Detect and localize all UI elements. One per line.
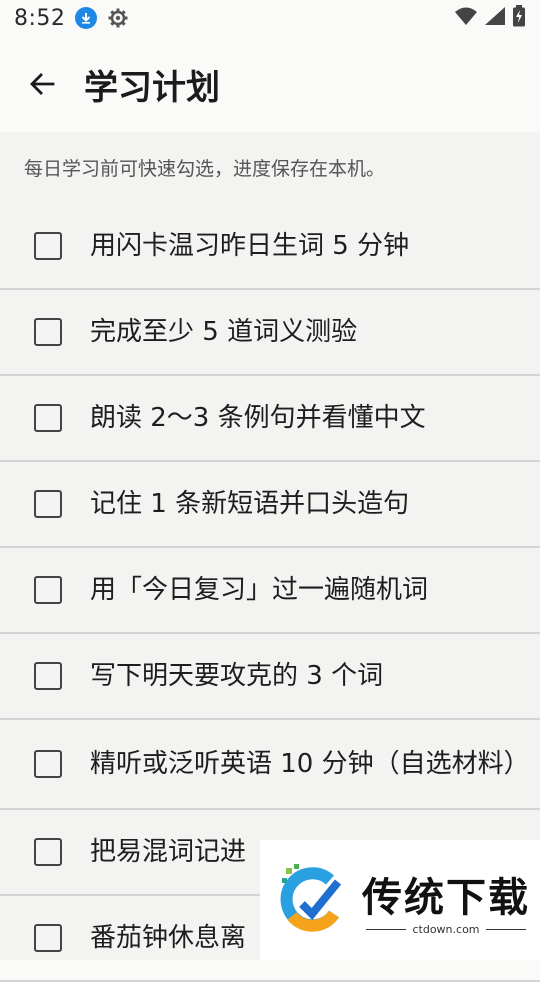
- download-icon: [75, 7, 98, 29]
- battery-charging-icon: [512, 5, 526, 31]
- signal-icon: [484, 6, 506, 30]
- task-checkbox[interactable]: [34, 490, 62, 518]
- task-label: 朗读 2～3 条例句并看懂中文: [90, 403, 426, 433]
- status-time: 8:52: [14, 5, 66, 31]
- task-item[interactable]: 记住 1 条新短语并口头造句: [0, 462, 540, 548]
- wifi-icon: [454, 6, 478, 30]
- gear-icon: [107, 7, 129, 29]
- task-checkbox[interactable]: [34, 232, 62, 260]
- task-item[interactable]: 用「今日复习」过一遍随机词: [0, 548, 540, 634]
- watermark-brand: 传统下载: [362, 874, 530, 921]
- task-checkbox[interactable]: [34, 750, 62, 778]
- task-item[interactable]: 精听或泛听英语 10 分钟（自选材料）: [0, 720, 540, 810]
- task-checkbox[interactable]: [34, 318, 62, 346]
- task-item[interactable]: 写下明天要攻克的 3 个词: [0, 634, 540, 720]
- arrow-left-icon: [30, 73, 55, 95]
- task-label: 精听或泛听英语 10 分钟（自选材料）: [90, 749, 530, 779]
- task-label: 记住 1 条新短语并口头造句: [90, 489, 410, 519]
- task-item[interactable]: 完成至少 5 道词义测验: [0, 290, 540, 376]
- task-checkbox[interactable]: [34, 404, 62, 432]
- task-checkbox[interactable]: [34, 838, 62, 866]
- task-checkbox[interactable]: [34, 576, 62, 604]
- task-label: 用「今日复习」过一遍随机词: [90, 575, 429, 605]
- task-label: 完成至少 5 道词义测验: [90, 317, 358, 347]
- hint-text: 每日学习前可快速勾选，进度保存在本机。: [24, 158, 386, 180]
- task-item[interactable]: 用闪卡温习昨日生词 5 分钟: [0, 204, 540, 290]
- status-bar: 8:52: [0, 0, 540, 36]
- task-checkbox[interactable]: [34, 662, 62, 690]
- back-button[interactable]: [12, 54, 72, 114]
- app-bar: 学习计划: [0, 36, 540, 132]
- task-label: 用闪卡温习昨日生词 5 分钟: [90, 231, 410, 261]
- watermark-overlay: 传统下载 ctdown.com: [260, 840, 540, 960]
- task-label: 写下明天要攻克的 3 个词: [90, 661, 384, 691]
- task-list-container: 每日学习前可快速勾选，进度保存在本机。 用闪卡温习昨日生词 5 分钟 完成至少 …: [0, 132, 540, 982]
- watermark-text: 传统下载 ctdown.com: [362, 865, 530, 936]
- watermark-logo-icon: [280, 864, 342, 932]
- watermark-url: ctdown.com: [412, 922, 480, 936]
- task-item[interactable]: 朗读 2～3 条例句并看懂中文: [0, 376, 540, 462]
- task-checkbox[interactable]: [34, 924, 62, 952]
- status-icons: [454, 5, 526, 31]
- page-title: 学习计划: [84, 67, 220, 108]
